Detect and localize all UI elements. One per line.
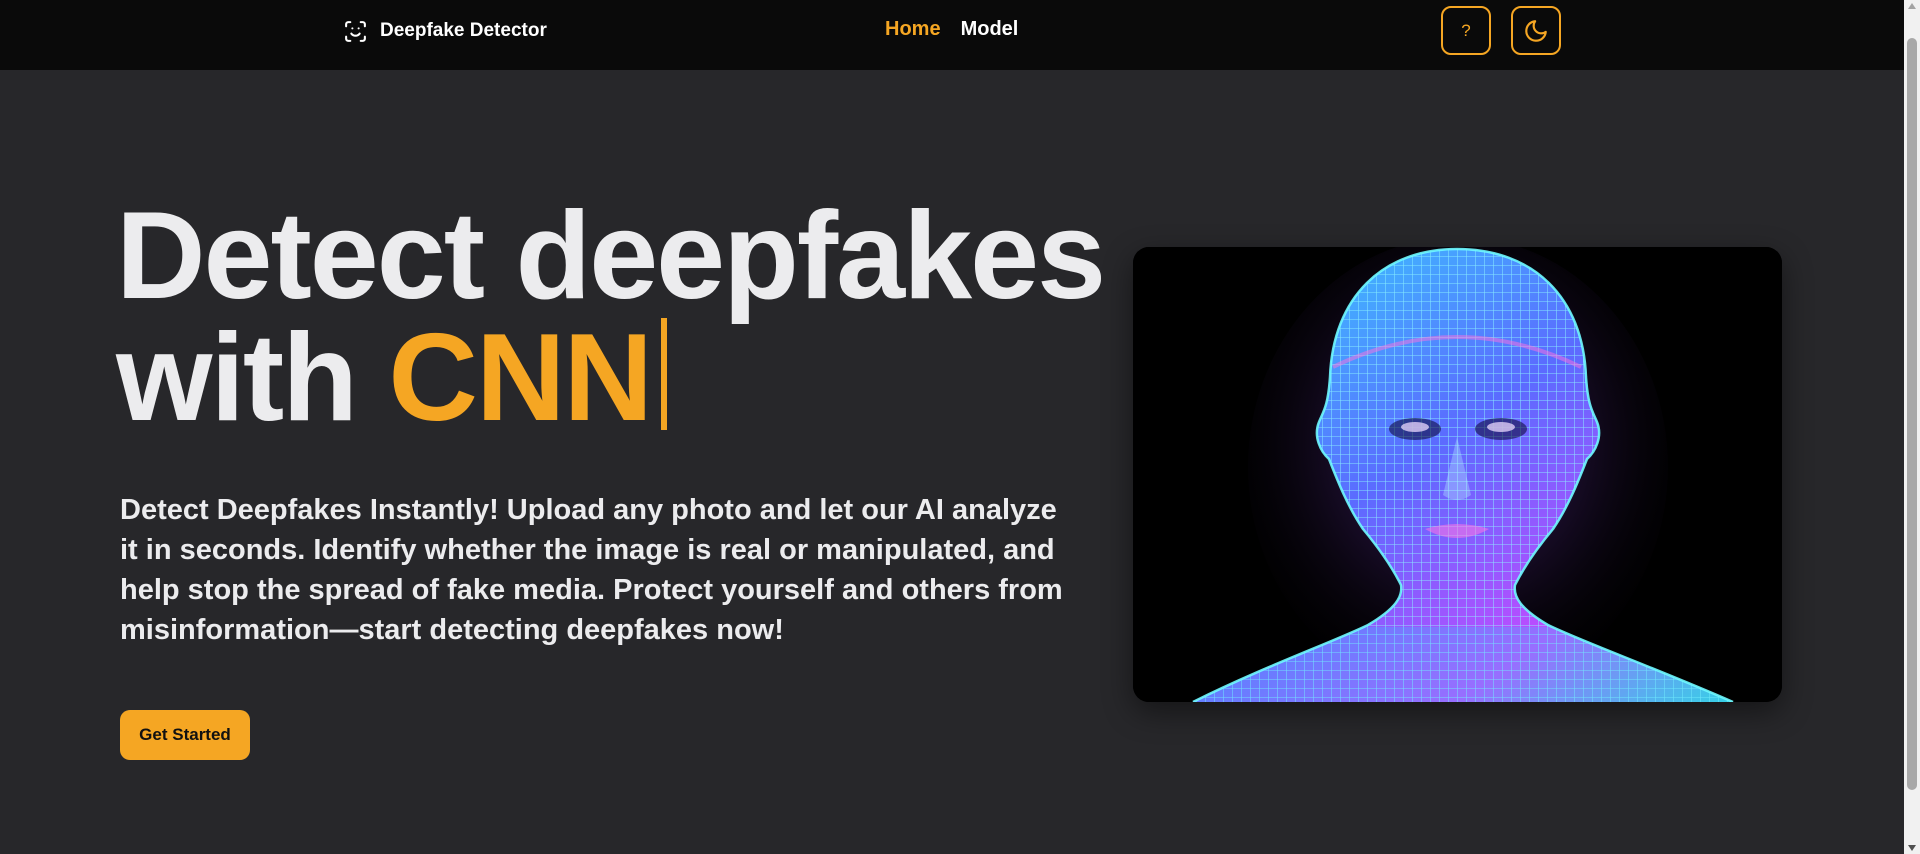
page: Deepfake Detector Home Model ? Detect de… <box>0 0 1920 854</box>
get-started-button[interactable]: Get Started <box>120 710 250 760</box>
hero-image-card <box>1133 247 1782 702</box>
hero-title-prefix: with <box>116 309 389 447</box>
scrollbar-thumb[interactable] <box>1907 38 1917 790</box>
brand-label: Deepfake Detector <box>380 20 547 41</box>
hero-title-accent: CNN <box>388 309 653 447</box>
nav-link-model[interactable]: Model <box>961 18 1019 41</box>
page-scrollbar[interactable] <box>1904 0 1920 854</box>
wireframe-head-image <box>1133 247 1782 702</box>
theme-toggle-button[interactable] <box>1511 6 1561 55</box>
scroll-down-arrow-icon[interactable] <box>1908 845 1916 851</box>
moon-icon <box>1525 19 1547 42</box>
top-navbar: Deepfake Detector Home Model ? <box>0 0 1904 70</box>
face-scan-icon <box>345 20 366 42</box>
help-icon: ? <box>1461 20 1471 40</box>
scroll-up-arrow-icon[interactable] <box>1908 3 1916 9</box>
hero-title-line1: Detect deepfakes <box>116 187 1106 325</box>
typing-cursor <box>661 318 668 430</box>
nav-link-home[interactable]: Home <box>885 18 941 41</box>
help-button[interactable]: ? <box>1441 6 1491 55</box>
hero-description: Detect Deepfakes Instantly! Upload any p… <box>120 494 1063 646</box>
brand-link[interactable]: Deepfake Detector <box>343 17 547 45</box>
hero-title: Detect deepfakes with CNN <box>116 194 1106 440</box>
nav-links: Home Model <box>885 18 1018 41</box>
